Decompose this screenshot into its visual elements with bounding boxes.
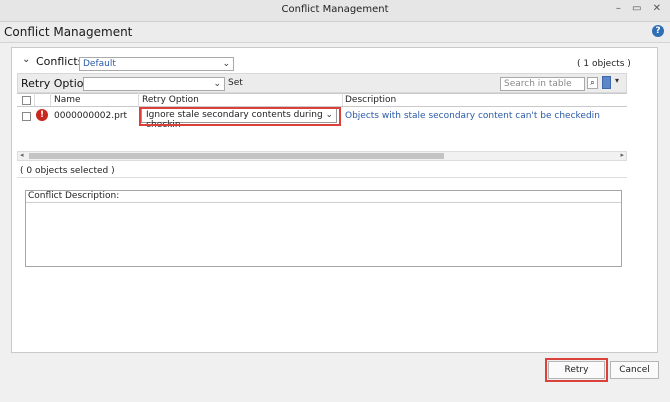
retry-option-label: Retry Option <box>21 77 91 90</box>
conflict-description-box[interactable]: Conflict Description: <box>25 190 622 267</box>
cancel-button[interactable]: Cancel <box>610 361 659 379</box>
table-toolbar: Retry Option ⌄ Set Search in table ⌕ ▾ <box>17 73 627 93</box>
chevron-down-icon: ⌄ <box>222 59 230 69</box>
scroll-right-icon[interactable]: ▸ <box>620 151 624 159</box>
search-placeholder: Search in table <box>504 79 572 89</box>
column-header-description[interactable]: Description <box>345 95 396 105</box>
divider <box>17 177 627 178</box>
help-icon[interactable]: ? <box>652 25 664 37</box>
col-divider <box>50 93 51 106</box>
search-icon[interactable]: ⌕ <box>587 77 598 89</box>
column-header-retry-option[interactable]: Retry Option <box>142 95 199 105</box>
col-divider <box>342 93 343 106</box>
window-controls[interactable]: – ▭ ✕ <box>616 3 665 14</box>
scrollbar-thumb[interactable] <box>29 153 444 159</box>
column-header-name[interactable]: Name <box>54 95 81 105</box>
row-name: 0000000002.prt <box>54 111 128 121</box>
row-checkbox[interactable] <box>22 112 31 121</box>
horizontal-scrollbar[interactable]: ◂ ▸ <box>17 151 627 161</box>
conflicts-filter-value: Default <box>83 59 116 69</box>
conflicts-panel: ⌄ Conflicts Default ⌄ ( 1 objects ) Retr… <box>11 47 658 353</box>
conflict-description-label: Conflict Description: <box>26 191 621 203</box>
retry-highlight-box <box>545 358 608 382</box>
header-top-border <box>17 93 627 94</box>
retry-option-select[interactable]: ⌄ <box>83 77 225 91</box>
dialog-content: ⌄ Conflicts Default ⌄ ( 1 objects ) Retr… <box>0 43 670 402</box>
select-all-checkbox[interactable] <box>22 96 31 105</box>
table-config-icon[interactable] <box>602 76 611 89</box>
chevron-down-icon: ⌄ <box>213 79 221 89</box>
scroll-left-icon[interactable]: ◂ <box>20 151 24 159</box>
conflicts-label: Conflicts <box>36 55 84 68</box>
row-description: Objects with stale secondary content can… <box>345 111 600 121</box>
conflicts-count: ( 1 objects ) <box>577 59 631 69</box>
highlight-box <box>139 107 341 126</box>
window-title: Conflict Management <box>281 4 389 15</box>
dialog-title: Conflict Management <box>4 25 133 39</box>
menu-caret-icon[interactable]: ▾ <box>615 76 619 85</box>
selection-status: ( 0 objects selected ) <box>20 166 115 176</box>
conflicts-filter-select[interactable]: Default ⌄ <box>79 57 234 71</box>
window-titlebar: Conflict Management – ▭ ✕ <box>0 0 670 22</box>
collapse-chevron-icon[interactable]: ⌄ <box>22 54 30 65</box>
set-button[interactable]: Set <box>228 78 243 88</box>
dialog-header: Conflict Management ? <box>0 22 670 43</box>
col-divider <box>34 93 35 106</box>
error-icon: ! <box>36 109 48 121</box>
col-divider <box>138 93 139 106</box>
search-input[interactable]: Search in table <box>500 77 585 91</box>
